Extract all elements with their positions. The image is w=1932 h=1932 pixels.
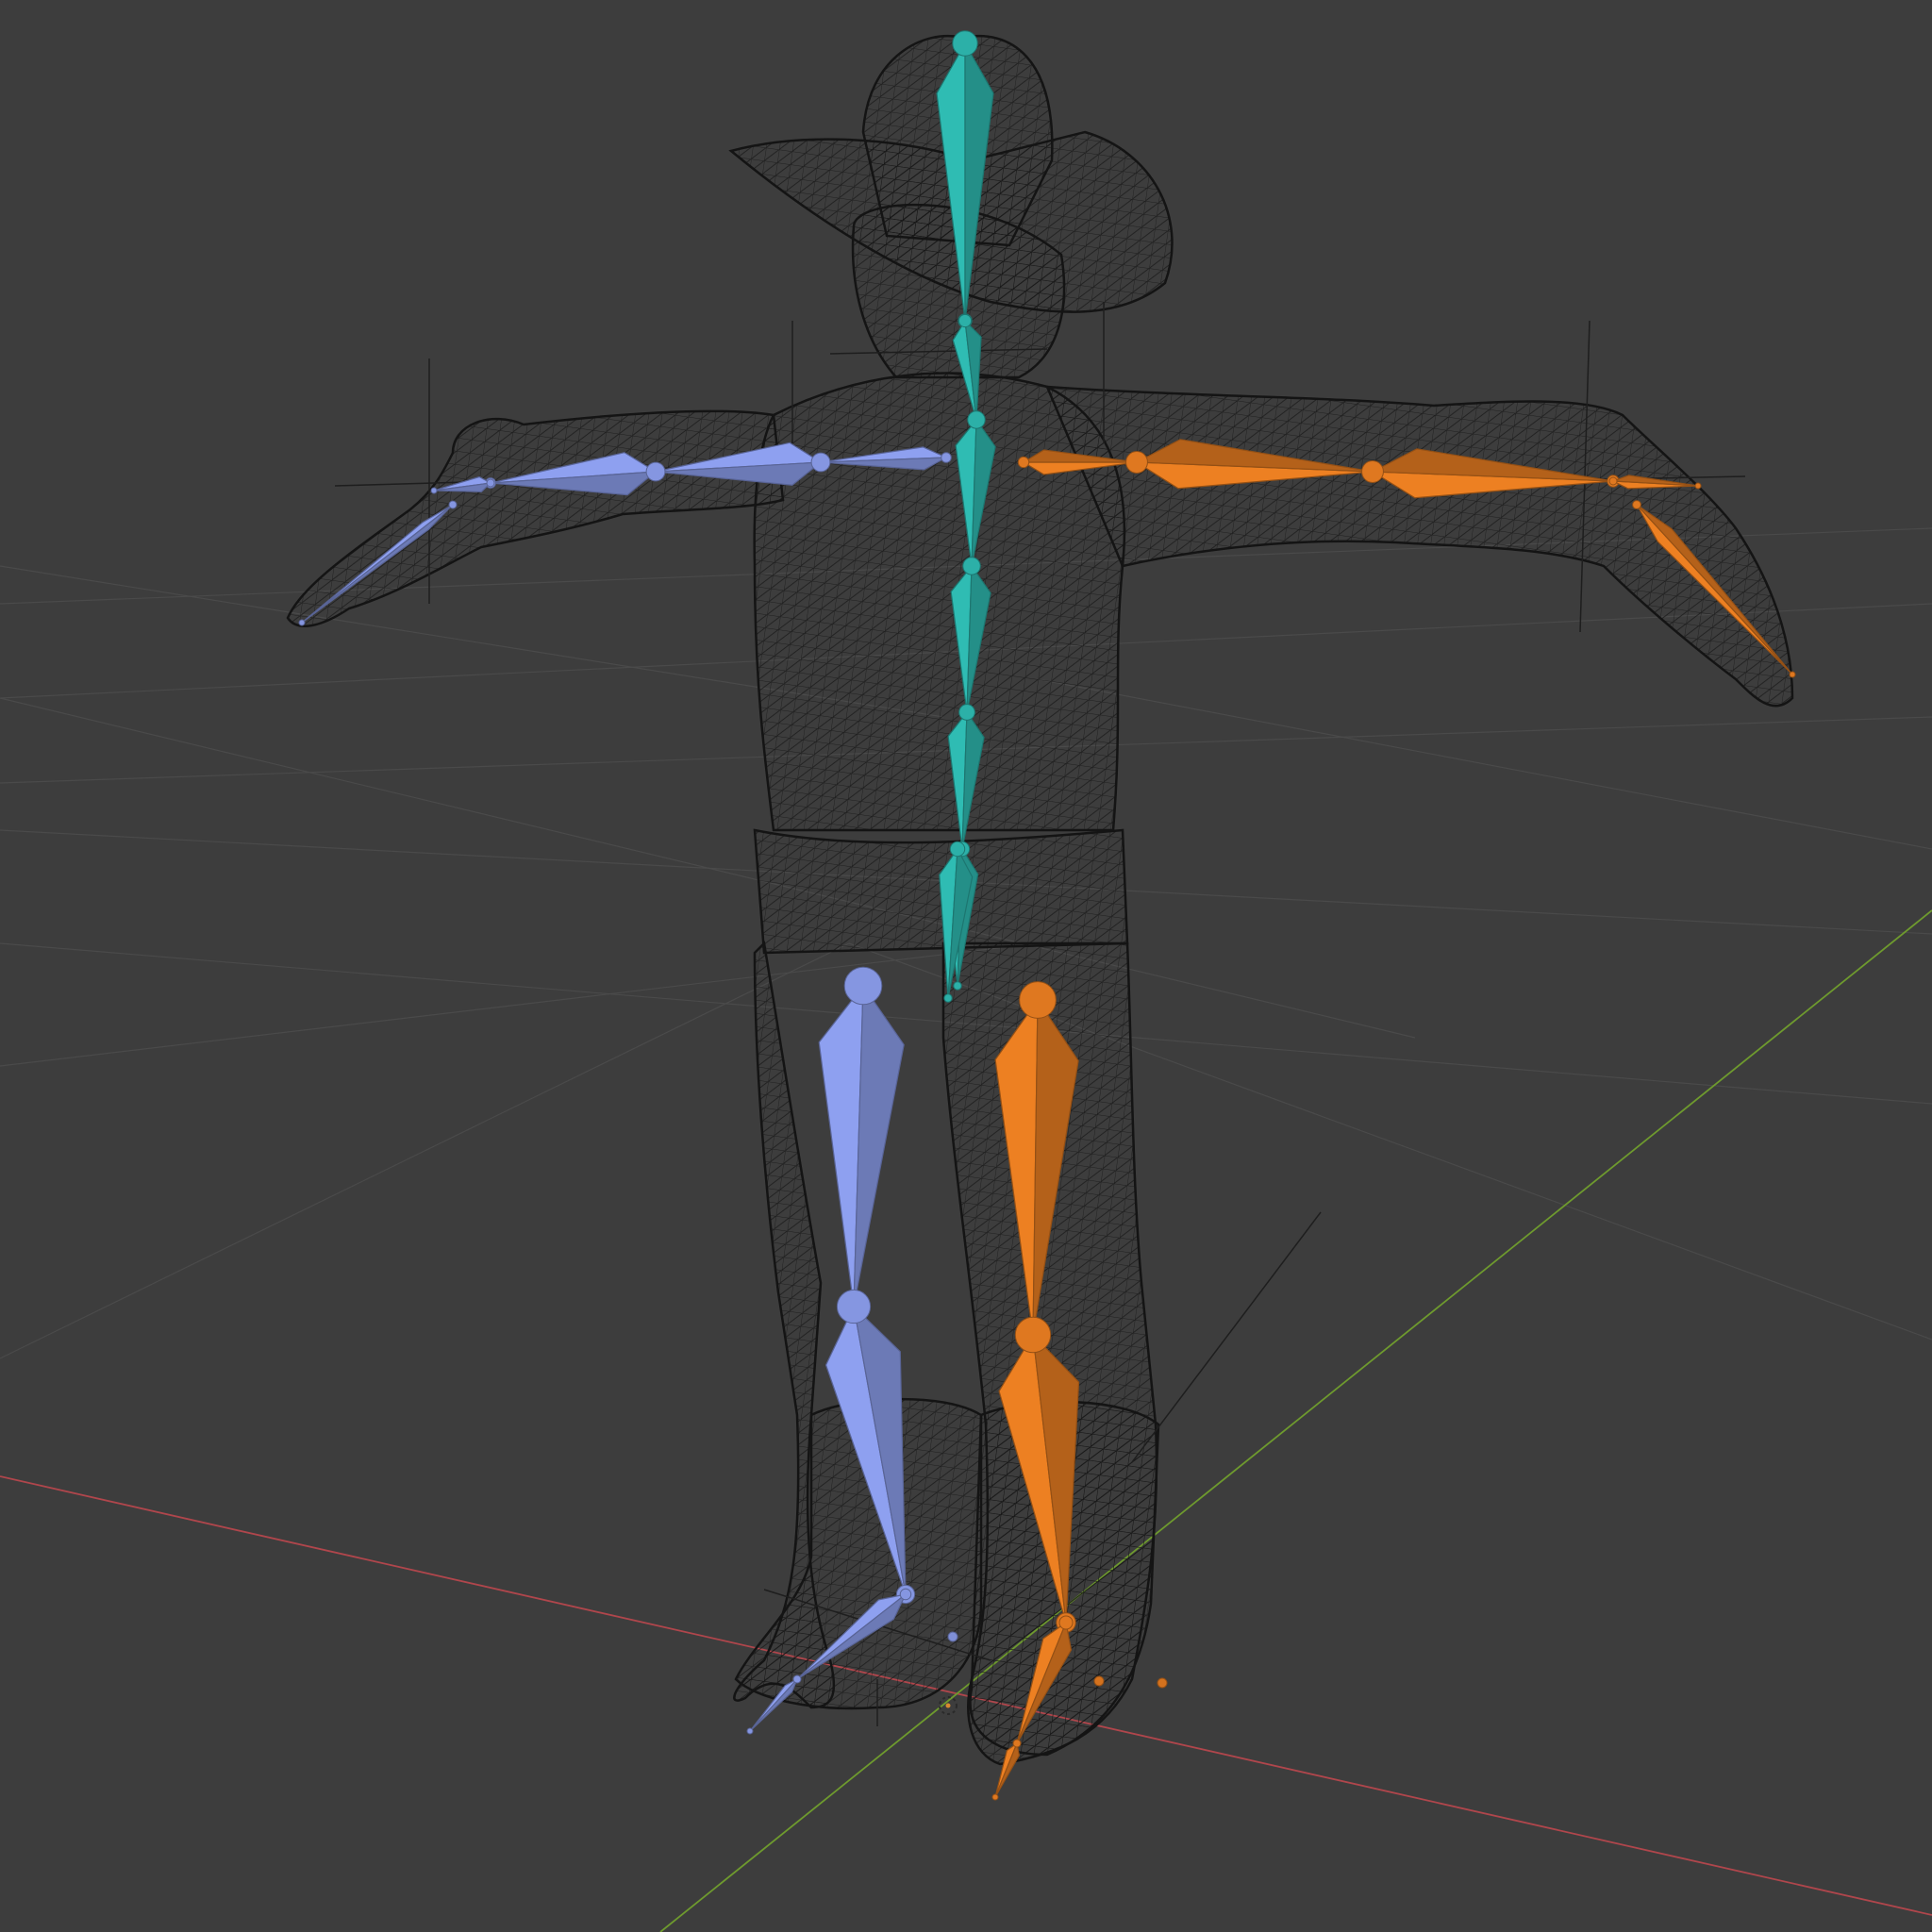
bone-tail-joint[interactable] bbox=[430, 487, 438, 494]
bone-head-joint[interactable] bbox=[486, 478, 495, 488]
bone-head-joint[interactable] bbox=[1019, 981, 1057, 1019]
bone-head-joint[interactable] bbox=[962, 557, 981, 575]
bone-head-joint[interactable] bbox=[958, 704, 975, 721]
bone-tail-joint[interactable] bbox=[943, 993, 953, 1003]
bone-thigh-left[interactable] bbox=[818, 966, 905, 1318]
bone-head-joint[interactable] bbox=[949, 841, 966, 858]
bone-head-joint[interactable] bbox=[899, 1588, 912, 1601]
bone-head-joint[interactable] bbox=[1361, 460, 1384, 483]
bone-head-joint[interactable] bbox=[810, 452, 831, 473]
bone-tail-joint[interactable] bbox=[1789, 671, 1796, 678]
bone-head-joint[interactable] bbox=[1058, 1615, 1074, 1630]
bone-toe-tip[interactable] bbox=[947, 1631, 958, 1642]
bone-head-joint[interactable] bbox=[958, 313, 973, 328]
bone-head-joint[interactable] bbox=[836, 1289, 872, 1324]
bone-tail-joint[interactable] bbox=[298, 619, 306, 626]
bone-head-joint[interactable] bbox=[952, 30, 978, 57]
bone-head-joint[interactable] bbox=[448, 500, 458, 509]
bone-head-joint[interactable] bbox=[1632, 500, 1641, 509]
bone-tail-joint[interactable] bbox=[953, 981, 962, 991]
bone-toe-tip[interactable] bbox=[1157, 1677, 1168, 1689]
bone-head-joint[interactable] bbox=[967, 410, 986, 429]
bone-tail-joint[interactable] bbox=[746, 1727, 754, 1735]
viewport-canvas[interactable] bbox=[0, 0, 1932, 1932]
bone-head-joint[interactable] bbox=[645, 461, 666, 482]
bone-head-joint[interactable] bbox=[1125, 451, 1148, 474]
bone-head-joint[interactable] bbox=[1014, 1316, 1052, 1354]
3d-viewport[interactable] bbox=[0, 0, 1932, 1932]
bone-tail-joint[interactable] bbox=[991, 1793, 999, 1801]
bone-head-joint[interactable] bbox=[843, 966, 883, 1006]
bone-toe-tip[interactable] bbox=[1093, 1675, 1105, 1687]
bone-tail-joint[interactable] bbox=[1694, 482, 1702, 490]
bone-head-joint[interactable] bbox=[792, 1674, 802, 1684]
bone-head-joint[interactable] bbox=[1608, 476, 1618, 486]
bone-head-joint[interactable] bbox=[941, 452, 952, 463]
bone-head-joint[interactable] bbox=[1012, 1739, 1022, 1748]
bone-head-joint[interactable] bbox=[1017, 456, 1030, 469]
